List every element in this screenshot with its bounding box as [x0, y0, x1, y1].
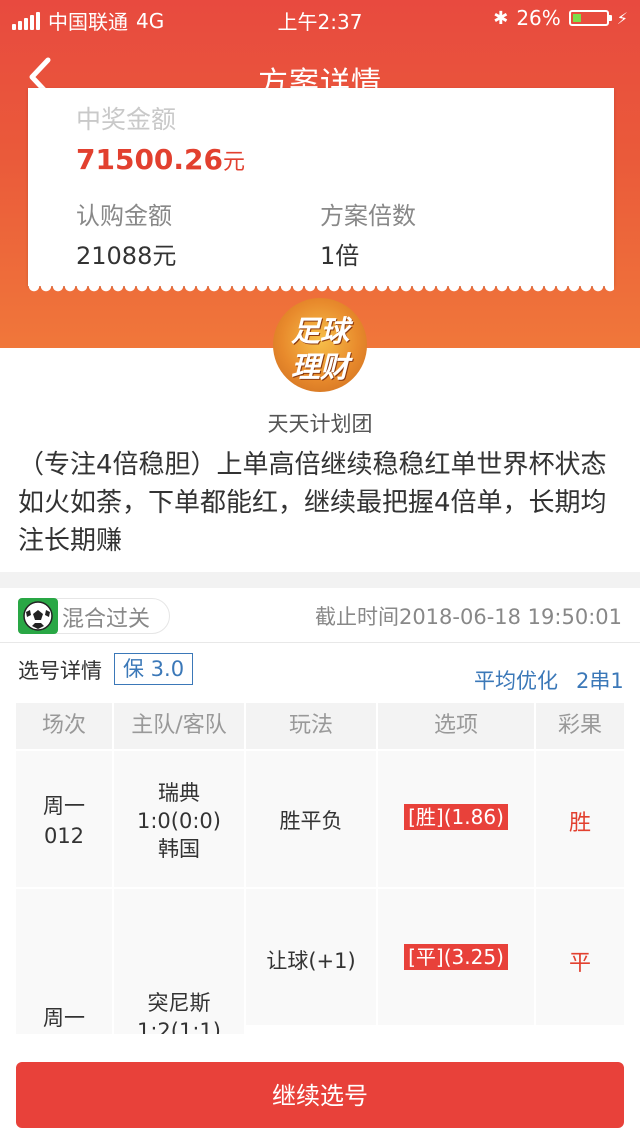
- chuan-label: 2串1: [576, 669, 624, 693]
- option-tag: [平](3.25): [404, 944, 508, 970]
- teams-score: 瑞典 1:0(0:0) 韩国: [137, 781, 221, 861]
- buy-amount-label: 认购金额: [76, 202, 172, 230]
- buy-amount-value: 21088元: [76, 242, 177, 270]
- bet-type-row: 混合过关 截止时间2018-06-18 19:50:01: [0, 588, 640, 643]
- battery-percent: 26%: [516, 6, 561, 30]
- bottom-bar: 继续选号: [0, 1034, 640, 1138]
- table-header-option: 选项: [378, 703, 534, 749]
- bao-badge: 保 3.0: [114, 653, 194, 685]
- planner-name[interactable]: 天天计划团: [0, 408, 640, 438]
- multiple-label: 方案倍数: [320, 202, 416, 230]
- table-header-teams: 主队/客队: [114, 703, 244, 749]
- plan-description: （专注4倍稳胆）上单高倍继续稳稳红单世界杯状态如火如荼，下单都能红，继续最把握4…: [18, 450, 607, 556]
- soccer-ball-icon: [18, 598, 58, 634]
- play-type: 胜平负: [279, 809, 343, 833]
- match-number: 周一 012: [43, 794, 85, 848]
- continue-button[interactable]: 继续选号: [16, 1062, 624, 1128]
- deadline: 截止时间2018-06-18 19:50:01: [314, 605, 622, 629]
- prize-amount: 71500.26元: [76, 143, 245, 176]
- optimize-link[interactable]: 平均优化: [474, 665, 558, 695]
- section-divider: [0, 572, 640, 588]
- table-header-play: 玩法: [246, 703, 376, 749]
- result-value: 平: [568, 951, 591, 976]
- logo-line-2: 理财: [290, 350, 349, 384]
- planner-logo[interactable]: 足球 理财: [273, 298, 367, 392]
- table-row: 周一 013: [16, 889, 112, 1060]
- prize-label: 中奖金额: [76, 105, 177, 134]
- table-header-result: 彩果: [536, 703, 624, 749]
- bluetooth-icon: ✱: [493, 7, 509, 29]
- charging-icon: ⚡: [616, 8, 628, 28]
- result-value: 胜: [568, 811, 591, 836]
- battery-icon: [568, 10, 612, 26]
- detail-header: 选号详情 保 3.0 平均优化 2串1: [0, 643, 640, 699]
- table-row: 周一 012: [16, 751, 112, 887]
- status-bar: 中国联通 4G 上午2:37 ✱ 26% ⚡: [0, 0, 640, 36]
- multiple-value: 1倍: [320, 242, 360, 270]
- detail-label: 选号详情: [18, 659, 102, 683]
- prize-value: 71500.26: [76, 143, 224, 176]
- play-type: 让球(+1): [266, 949, 356, 973]
- option-tag: [胜](1.86): [404, 804, 508, 830]
- bet-type-label: 混合过关: [62, 607, 151, 632]
- prize-unit: 元: [223, 150, 246, 175]
- table-header-match: 场次: [16, 703, 112, 749]
- prize-card: 中奖金额 71500.26元 认购金额 21088元 方案倍数 1倍: [28, 88, 614, 294]
